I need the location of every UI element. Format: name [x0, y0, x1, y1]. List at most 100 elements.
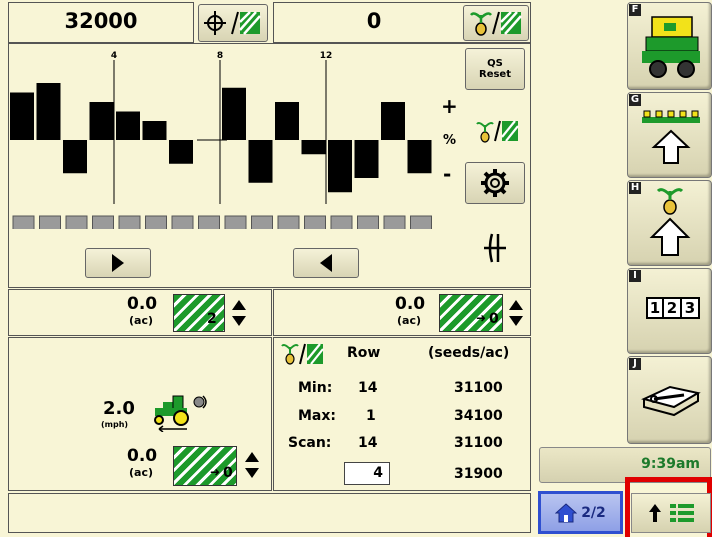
scroll-left-button[interactable]: [293, 248, 359, 278]
settings-button[interactable]: [465, 162, 525, 204]
gear-icon: [481, 169, 509, 197]
row-status-square: [357, 215, 379, 229]
sidebar-item-numbers[interactable]: I 1 2 3: [627, 268, 712, 354]
row-status-square: [198, 215, 220, 229]
plus-sign: +: [441, 94, 458, 118]
col-seeds-header: (seeds/ac): [428, 345, 510, 361]
min-seeds: 31100: [454, 380, 503, 396]
qs-reset-button[interactable]: QS Reset: [465, 48, 525, 90]
row-status-square: [304, 215, 326, 229]
row-status-square: [171, 215, 194, 229]
seed-area-stats-icon: [281, 343, 324, 365]
max-row: 1: [366, 408, 376, 424]
row-status-square: [65, 215, 88, 229]
tractor-speed-icon: [154, 395, 207, 432]
minus-sign: -: [443, 162, 452, 186]
row-status-square: [92, 215, 114, 229]
row-status-square: [251, 215, 273, 229]
population-display: 32000: [8, 2, 194, 43]
row-deviation-bar: [36, 83, 61, 140]
softkey-letter-h: H: [629, 182, 641, 194]
selected-row-seeds: 31900: [454, 466, 503, 482]
area-left-value: 0.0: [127, 294, 158, 314]
seed-area-icon: [470, 11, 522, 36]
row-units-up-icon: [642, 110, 700, 164]
row-deviation-bar: [381, 102, 405, 140]
row-deviation-bar: [169, 140, 193, 164]
row-deviation-bar: [222, 87, 246, 140]
status-bar: [8, 493, 531, 533]
area-right-arrow: ➜: [476, 311, 487, 325]
book-wrench-icon: [641, 385, 701, 417]
stats-panel: Row (seeds/ac) Min: 14 31100 Max: 1 3410…: [273, 337, 531, 491]
area-right-toggle-icon[interactable]: [508, 298, 524, 328]
offset-value: 0: [366, 9, 382, 33]
row-status-square: [118, 215, 141, 229]
area-counter-left: 0.0 (ac) 2: [8, 289, 272, 336]
area-left-unit: (ac): [129, 314, 153, 327]
row-deviation-bar: [301, 140, 326, 155]
row-status-square: [383, 215, 406, 229]
population-target-button[interactable]: [198, 4, 268, 42]
row-deviation-bar: [89, 102, 114, 140]
sidebar-item-manual[interactable]: J: [627, 356, 712, 444]
row-deviation-bar: [116, 111, 140, 140]
area-bottom-toggle-icon[interactable]: [244, 450, 260, 480]
digit-1: 1: [646, 297, 664, 319]
row-tick-label: 8: [217, 51, 223, 61]
sidebar-item-row-unit-up[interactable]: G: [627, 92, 712, 178]
softkey-letter-j: J: [629, 358, 641, 370]
implement-hitch-icon: [484, 233, 506, 263]
seed-section-button[interactable]: [463, 5, 529, 41]
row-deviation-bar: [354, 140, 379, 178]
row-deviation-bar: [142, 121, 167, 140]
row-status-square: [224, 215, 247, 229]
speed-unit: (mph): [101, 420, 129, 429]
area-counter-right: 0.0 (ac) ➜ 0: [273, 289, 531, 336]
row-deviation-bar: [10, 92, 34, 140]
seed-up-icon: [649, 188, 691, 256]
numbers-icon: 1 2 3: [646, 297, 700, 319]
sidebar-item-planter[interactable]: F: [627, 2, 712, 90]
home-page-button[interactable]: 2/2: [538, 491, 623, 534]
reset-label: Reset: [479, 69, 511, 80]
min-label: Min:: [298, 380, 333, 396]
max-seeds: 34100: [454, 408, 503, 424]
row-status-square: [410, 215, 432, 229]
page-indicator: 2/2: [581, 504, 606, 521]
row-tick-label: 4: [111, 51, 117, 61]
speed-value: 2.0: [103, 398, 135, 419]
min-row: 14: [358, 380, 378, 396]
arrow-up-icon: [649, 504, 661, 522]
area-left-toggle-icon[interactable]: [231, 298, 247, 328]
crosshair-area-icon: [204, 11, 261, 35]
area-bottom-icon: ➜ 0: [173, 446, 237, 486]
planter-icon: [642, 16, 700, 78]
row-deviation-bar: [248, 140, 273, 183]
area-right-icon: ➜ 0: [439, 294, 503, 332]
percent-sign: %: [443, 133, 457, 148]
row-status-square: [277, 215, 300, 229]
scan-row: 14: [358, 435, 378, 451]
qs-label: QS: [487, 58, 503, 69]
row-deviation-chart: 4 8 12: [10, 51, 432, 229]
speed-panel: 2.0 (mph) 0.0 (ac) ➜ 0: [8, 337, 272, 491]
row-select-input[interactable]: 4: [344, 462, 390, 485]
scroll-right-button[interactable]: [85, 248, 151, 278]
softkey-letter-i: I: [629, 270, 641, 282]
row-deviation-bar: [407, 140, 432, 174]
layout-menu-button[interactable]: [631, 493, 711, 533]
row-deviation-bar: [275, 102, 299, 140]
area-right-value: 0.0: [395, 294, 426, 314]
area-right-unit: (ac): [397, 314, 421, 327]
row-tick-label: 12: [320, 51, 333, 61]
area-bottom-arrow: ➜: [210, 465, 221, 479]
col-row-header: Row: [347, 345, 381, 361]
population-value: 32000: [64, 9, 138, 33]
row-status-square: [12, 215, 35, 229]
scan-label: Scan:: [288, 435, 332, 451]
area-bottom-index: 0: [223, 465, 233, 481]
grid-layout-icon: [670, 504, 694, 522]
row-deviation-bar: [328, 140, 352, 193]
sidebar-item-seed-up[interactable]: H: [627, 180, 712, 266]
